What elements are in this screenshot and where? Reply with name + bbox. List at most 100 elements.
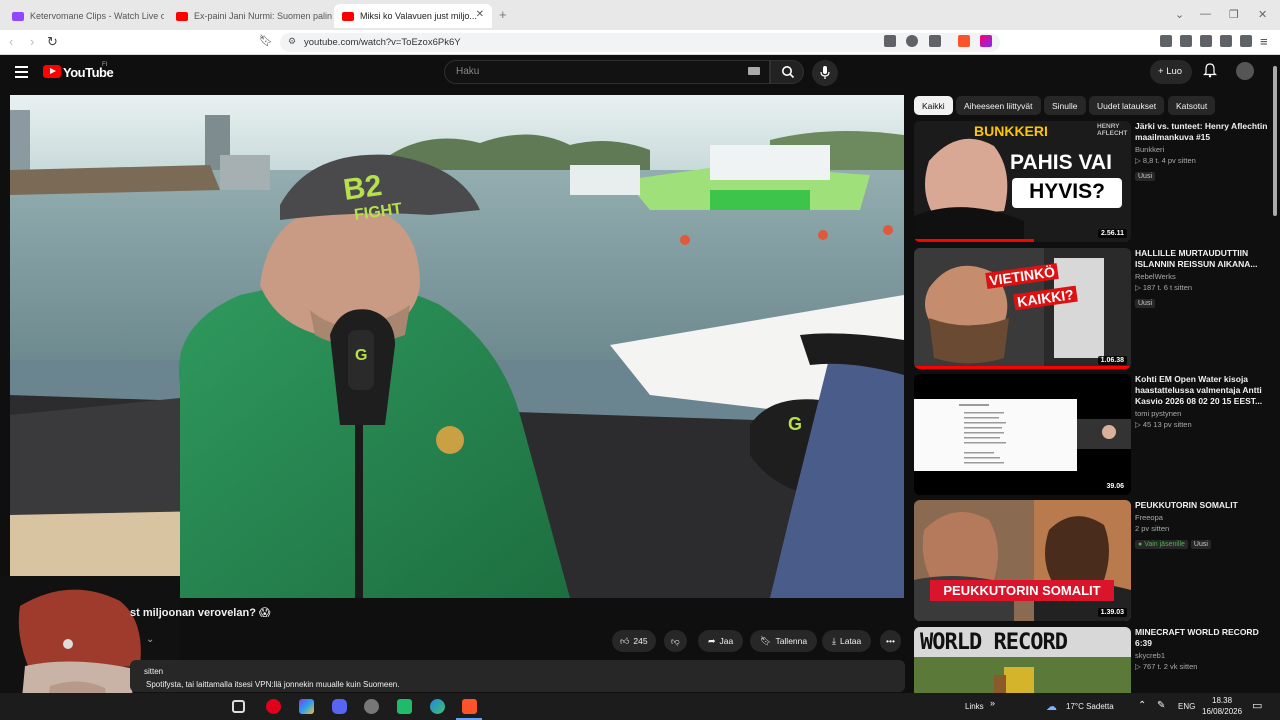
avatar[interactable] (1236, 62, 1254, 80)
keyboard-icon[interactable] (748, 67, 760, 75)
close-icon[interactable]: ✕ (476, 9, 484, 20)
media-icon[interactable] (1160, 35, 1172, 47)
recommendation-meta: Kohti EM Open Water kisoja haastatteluss… (1135, 374, 1271, 429)
window-close-icon[interactable]: ✕ (1258, 8, 1267, 21)
notifications-bell-icon[interactable] (1203, 63, 1217, 78)
recommendation-title[interactable]: PEUKKUTORIN SOMALIT (1135, 500, 1271, 511)
video-stats: ▷ 8,8 t. 4 pv sitten (1135, 156, 1196, 165)
language-indicator[interactable]: ENG (1178, 702, 1195, 711)
new-badge: Uusi (1135, 299, 1156, 308)
copilot-icon[interactable] (299, 699, 314, 714)
hamburger-menu-icon[interactable] (15, 66, 28, 81)
channel-name[interactable]: tomi pystynen (1135, 409, 1271, 418)
channel-name[interactable]: skycreb1 (1135, 651, 1271, 660)
tab-title: Miksi ko Valavuen just miljo... (360, 11, 477, 21)
recommendation-title[interactable]: HALLILLE MURTAUDUTTIIN ISLANNIN REISSUN … (1135, 248, 1271, 270)
recommendation-item[interactable]: VIETINKÖ KAIKKI? 1.06.38 HALLILLE MURTAU… (914, 248, 1272, 370)
weather-text[interactable]: 17°C Sadetta (1066, 702, 1114, 711)
recommendation-item[interactable]: PEUKKUTORIN SOMALIT 1.39.03 PEUKKUTORIN … (914, 500, 1272, 622)
video-thumbnail[interactable]: VIETINKÖ KAIKKI? 1.06.38 (914, 248, 1131, 369)
video-thumbnail[interactable]: WORLD RECORD (914, 627, 1131, 693)
channel-name[interactable]: Bunkkeri (1135, 145, 1271, 154)
video-thumbnail[interactable]: BUNKKERI HENRY AFLECHT PAHIS VAI HYVIS? … (914, 121, 1131, 242)
maximize-icon[interactable]: ❐ (1229, 8, 1239, 21)
chip-related[interactable]: Aiheeseen liittyvät (956, 96, 1041, 115)
reload-icon[interactable]: ↻ (47, 34, 58, 50)
chevron-down-icon[interactable]: ⌄ (146, 634, 154, 645)
video-frame-image: B2 FIGHT G G (10, 95, 904, 598)
wallet-icon[interactable] (1200, 35, 1212, 47)
back-icon[interactable]: ‹ (9, 34, 13, 49)
description-box[interactable]: sitten Spotifysta, tai laittamalla itses… (130, 660, 905, 692)
browser-tab-2[interactable]: Ex-paini Jani Nurmi: Suomen palini... (168, 4, 332, 28)
menu-icon[interactable]: ≡ (1260, 34, 1268, 49)
more-actions-button[interactable]: ••• (880, 630, 901, 652)
clock-time[interactable]: 18.38 (1212, 696, 1232, 705)
search-button[interactable] (770, 60, 804, 84)
create-button[interactable]: + Luo (1150, 60, 1192, 84)
steam-icon[interactable] (364, 699, 379, 714)
recommendation-item[interactable]: BUNKKERI HENRY AFLECHT PAHIS VAI HYVIS? … (914, 121, 1272, 243)
recommendation-item[interactable]: 39.06 Kohti EM Open Water kisoja haastat… (914, 374, 1272, 496)
voice-search-button[interactable] (812, 60, 838, 86)
edge-icon[interactable] (430, 699, 445, 714)
brave-icon[interactable] (462, 699, 477, 714)
like-button[interactable]: 👍︎ 245 (612, 630, 656, 652)
links-toolbar[interactable]: Links (965, 702, 984, 711)
youtube-logo-icon[interactable] (43, 65, 61, 78)
browser-tab-1[interactable]: Ketervomane Clips - Watch Live on K... (4, 4, 164, 28)
obs-app-icon[interactable] (397, 699, 412, 714)
new-tab-icon[interactable]: + (499, 7, 507, 22)
tab-search-icon[interactable]: ⌄ (1175, 8, 1184, 21)
recommendation-title[interactable]: Järki vs. tunteet: Henry Aflechtin maail… (1135, 121, 1271, 143)
video-player[interactable]: B2 FIGHT G G (10, 95, 904, 598)
bookmark-icon[interactable]: 🔖︎ (259, 34, 273, 47)
video-stats: ▷ 187 t. 6 t sitten (1135, 283, 1193, 292)
download-button[interactable]: ⤓ Lataa (822, 630, 872, 652)
chevron-right-icon[interactable]: » (990, 698, 995, 708)
save-label: Tallenna (775, 636, 808, 646)
tray-overflow-icon[interactable]: ⌃ (1138, 700, 1146, 711)
share-label: Jaa (719, 636, 734, 646)
chip-watched[interactable]: Katsotut (1168, 96, 1216, 115)
browser-tab-3[interactable]: Miksi ko Valavuen just miljo... ✕ (334, 4, 492, 28)
channel-name[interactable]: RebelWerks (1135, 272, 1271, 281)
translate-icon[interactable] (884, 35, 896, 47)
channel-name[interactable]: Freeopa (1135, 513, 1271, 522)
search-input[interactable]: Haku (444, 60, 770, 84)
opera-icon[interactable] (266, 699, 281, 714)
share-button[interactable]: ➦ Jaa (698, 630, 744, 652)
tab-title: Ketervomane Clips - Watch Live on K... (30, 11, 164, 21)
chip-for-you[interactable]: Sinulle (1044, 96, 1086, 115)
vpn-icon[interactable] (1240, 35, 1252, 47)
brave-shields-icon[interactable] (958, 35, 970, 47)
sidebar-icon[interactable] (1180, 35, 1192, 47)
recommendation-item[interactable]: WORLD RECORD MINECRAFT WORLD RECORD 6:39… (914, 627, 1272, 693)
extensions-icon[interactable] (1220, 35, 1232, 47)
chip-new-uploads[interactable]: Uudet lataukset (1089, 96, 1165, 115)
svg-text:G: G (355, 347, 367, 364)
save-button[interactable]: 🔖︎ Tallenna (750, 630, 818, 652)
notification-center-icon[interactable]: ▭ (1252, 699, 1262, 712)
recommendation-title[interactable]: MINECRAFT WORLD RECORD 6:39 (1135, 627, 1271, 649)
video-thumbnail[interactable]: PEUKKUTORIN SOMALIT 1.39.03 (914, 500, 1131, 621)
cast-icon[interactable] (929, 35, 941, 47)
video-stats: ▷ 45 13 pv sitten (1135, 420, 1192, 429)
clock-date[interactable]: 16/08/2026 (1202, 707, 1242, 716)
chip-all[interactable]: Kaikki (914, 96, 953, 115)
scrollbar-thumb[interactable] (1273, 66, 1277, 216)
minimize-icon[interactable]: — (1200, 8, 1211, 20)
members-only-badge: ● Vain jäsenille (1135, 540, 1188, 549)
video-thumbnail[interactable]: 39.06 (914, 374, 1131, 495)
brave-rewards-icon[interactable] (980, 35, 992, 47)
thumb-text-1: BUNKKERI (974, 123, 1048, 139)
task-view-icon[interactable] (232, 700, 245, 713)
pen-icon[interactable]: ✎ (1157, 700, 1165, 711)
dislike-button[interactable]: 👎︎ (664, 630, 687, 652)
zoom-icon[interactable] (906, 35, 918, 47)
like-count: 245 (633, 636, 648, 646)
recommendation-title[interactable]: Kohti EM Open Water kisoja haastatteluss… (1135, 374, 1271, 407)
forward-icon[interactable]: › (30, 34, 34, 49)
site-info-icon[interactable]: ⚙ (288, 36, 296, 47)
discord-icon[interactable] (332, 699, 347, 714)
